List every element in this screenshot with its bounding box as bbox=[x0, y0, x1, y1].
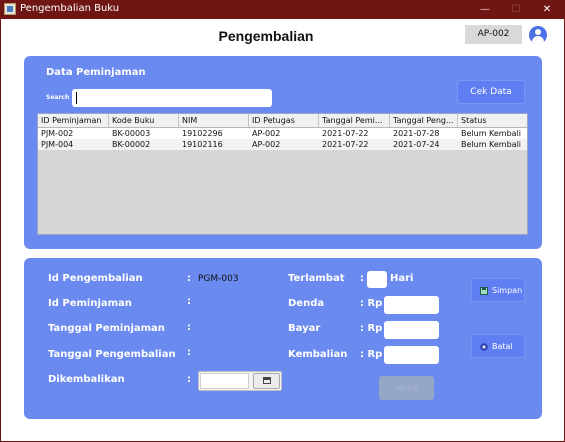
table-cell: BK-00002 bbox=[112, 140, 151, 149]
simpan-button[interactable]: Simpan bbox=[471, 278, 525, 302]
text-caret bbox=[76, 92, 77, 104]
hari-label: Hari bbox=[390, 273, 414, 284]
peminjaman-table[interactable]: ID Peminjaman Kode Buku NIM ID Petugas Tangg… bbox=[37, 113, 528, 235]
kembalian-rp-prefix: : Rp bbox=[360, 349, 383, 360]
colon-separator: : bbox=[187, 322, 191, 333]
table-cell: BK-00003 bbox=[112, 129, 151, 138]
search-label: Search bbox=[46, 94, 70, 101]
save-icon bbox=[480, 287, 488, 295]
denda-input[interactable] bbox=[384, 296, 439, 314]
terlambat-input[interactable] bbox=[367, 271, 387, 288]
table-cell: 19102116 bbox=[182, 140, 223, 149]
hitung-button[interactable]: Hitung bbox=[379, 376, 434, 400]
table-cell: 19102296 bbox=[182, 129, 223, 138]
user-circle-icon bbox=[535, 29, 541, 35]
window-title: Pengembalian Buku bbox=[20, 3, 120, 14]
avatar[interactable] bbox=[529, 26, 547, 44]
bayar-input[interactable] bbox=[384, 321, 439, 339]
tanggal-peminjaman-label: Tanggal Peminjaman bbox=[48, 323, 165, 334]
simpan-label: Simpan bbox=[492, 286, 523, 295]
table-cell: 2021-07-28 bbox=[393, 129, 440, 138]
table-cell: 2021-07-22 bbox=[322, 140, 369, 149]
bayar-label: Bayar bbox=[288, 323, 321, 334]
cek-data-button[interactable]: Cek Data bbox=[457, 80, 525, 104]
table-cell: AP-002 bbox=[252, 129, 281, 138]
dikembalikan-label: Dikembalikan bbox=[48, 374, 125, 385]
colon-separator: : bbox=[187, 273, 191, 284]
colon-separator: : bbox=[187, 374, 191, 385]
date-picker-button[interactable] bbox=[253, 373, 280, 389]
table-row[interactable]: PJM-002 BK-00003 19102296 AP-002 2021-07-22 2… bbox=[38, 128, 527, 139]
table-cell: PJM-002 bbox=[41, 129, 74, 138]
close-button[interactable]: ✕ bbox=[532, 0, 562, 19]
user-body-shape bbox=[532, 36, 544, 44]
bayar-rp-prefix: : Rp bbox=[360, 323, 383, 334]
table-cell: Belum Kembali bbox=[461, 140, 522, 149]
table-cell: AP-002 bbox=[252, 140, 281, 149]
terlambat-label: Terlambat bbox=[288, 273, 345, 284]
column-header[interactable]: Status bbox=[458, 114, 527, 127]
id-pengembalian-label: Id Pengembalian bbox=[48, 273, 143, 284]
table-header: ID Peminjaman Kode Buku NIM ID Petugas Tangg… bbox=[38, 114, 527, 128]
app-icon bbox=[4, 3, 16, 15]
section-title: Data Peminjaman bbox=[46, 67, 146, 78]
column-header[interactable]: ID Petugas bbox=[249, 114, 319, 127]
tanggal-pengembalian-label: Tanggal Pengembalian bbox=[48, 349, 176, 360]
minimize-button[interactable]: — bbox=[470, 0, 500, 19]
column-header[interactable]: ID Peminjaman bbox=[38, 114, 109, 127]
id-peminjaman-label: Id Peminjaman bbox=[48, 298, 132, 309]
page-title: Pengembalian bbox=[218, 28, 314, 44]
kembalian-label: Kembalian bbox=[288, 349, 348, 360]
colon-separator: : bbox=[360, 273, 364, 284]
column-header[interactable]: Tanggal Pemi... bbox=[319, 114, 390, 127]
column-header[interactable]: Tanggal Peng... bbox=[390, 114, 458, 127]
denda-rp-prefix: : Rp bbox=[360, 298, 383, 309]
column-header[interactable]: NIM bbox=[179, 114, 249, 127]
table-cell: Belum Kembali bbox=[461, 129, 522, 138]
colon-separator: : bbox=[187, 296, 191, 307]
table-cell: 2021-07-22 bbox=[322, 129, 369, 138]
user-id-badge: AP-002 bbox=[465, 25, 522, 44]
table-cell: 2021-07-24 bbox=[393, 140, 440, 149]
calendar-icon bbox=[263, 377, 271, 384]
batal-label: Batal bbox=[492, 342, 513, 351]
search-input[interactable] bbox=[72, 89, 272, 107]
batal-button[interactable]: Batal bbox=[471, 334, 525, 358]
table-cell: PJM-004 bbox=[41, 140, 74, 149]
table-row[interactable]: PJM-004 BK-00002 19102116 AP-002 2021-07-22 2… bbox=[38, 139, 527, 150]
maximize-button[interactable]: ☐ bbox=[501, 0, 531, 19]
dikembalikan-date-input[interactable] bbox=[200, 373, 249, 389]
kembalian-input[interactable] bbox=[384, 346, 439, 364]
id-pengembalian-value: PGM-003 bbox=[198, 274, 239, 284]
denda-label: Denda bbox=[288, 298, 325, 309]
cancel-circle-icon bbox=[480, 343, 488, 351]
column-header[interactable]: Kode Buku bbox=[109, 114, 179, 127]
colon-separator: : bbox=[187, 347, 191, 358]
